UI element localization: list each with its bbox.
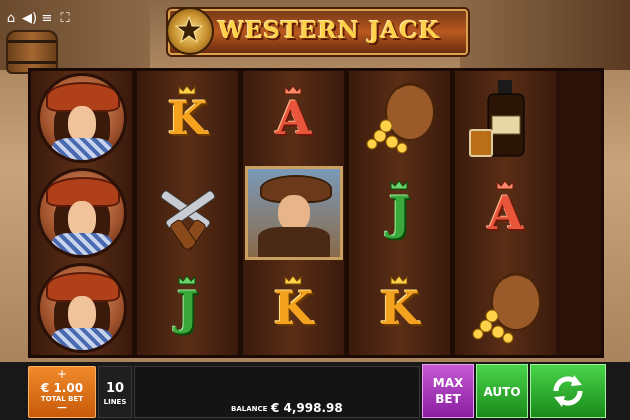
- auto-spin-button[interactable]: AUTO: [476, 364, 528, 418]
- symbol-gold-sack: [349, 71, 450, 165]
- symbol-cowgirl: [31, 71, 132, 165]
- symbol-crossed-revolvers: [137, 166, 238, 260]
- reel-frame: K J A K J K A: [28, 68, 604, 358]
- total-bet-value: € 1.00: [40, 381, 84, 395]
- game-title-banner: WESTERN JACK: [166, 7, 468, 55]
- max-bet-label-line2: BET: [435, 392, 461, 406]
- spin-icon: [553, 375, 583, 407]
- symbol-cowgirl: [31, 166, 132, 260]
- symbol-j: J: [137, 261, 238, 355]
- symbol-k: K: [349, 261, 450, 355]
- symbol-k: K: [137, 71, 238, 165]
- menu-icon[interactable]: ≡: [40, 12, 54, 26]
- top-toolbar: ⌂ ◀) ≡ ⛶: [4, 12, 72, 26]
- symbol-gold-sack: [455, 261, 556, 355]
- bet-increase-button[interactable]: +: [29, 368, 95, 380]
- background-street-right: [460, 0, 630, 70]
- symbol-a: A: [455, 166, 556, 260]
- balance-display: BALANCE € 4,998.98: [134, 366, 420, 418]
- balance-value: € 4,998.98: [271, 401, 343, 415]
- reel-2: K J: [137, 71, 238, 355]
- lines-label: LINES: [103, 398, 127, 406]
- fullscreen-icon[interactable]: ⛶: [58, 12, 72, 26]
- spin-button[interactable]: [530, 364, 606, 418]
- home-icon[interactable]: ⌂: [4, 12, 18, 26]
- sound-icon[interactable]: ◀): [22, 12, 37, 26]
- max-bet-label-line1: MAX: [432, 376, 464, 390]
- lines-display: 10 LINES: [98, 366, 132, 418]
- symbol-whiskey: [455, 71, 556, 165]
- game-title: WESTERN JACK: [218, 17, 440, 44]
- symbol-a: A: [243, 71, 344, 165]
- lines-value: 10: [105, 381, 125, 396]
- reel-4: J K: [349, 71, 450, 355]
- reel-1: [31, 71, 132, 355]
- reel-3: A K: [243, 71, 344, 355]
- symbol-k: K: [243, 261, 344, 355]
- total-bet-control: + € 1.00 TOTAL BET −: [28, 366, 96, 418]
- sheriff-badge-icon: [166, 7, 214, 55]
- reel-5: A: [455, 71, 556, 355]
- max-bet-button[interactable]: MAX BET: [422, 364, 474, 418]
- symbol-cowboy-wild: [243, 166, 344, 260]
- symbol-cowgirl: [31, 261, 132, 355]
- bet-decrease-button[interactable]: −: [29, 401, 95, 415]
- symbol-j: J: [349, 166, 450, 260]
- balance-label: BALANCE: [231, 405, 268, 413]
